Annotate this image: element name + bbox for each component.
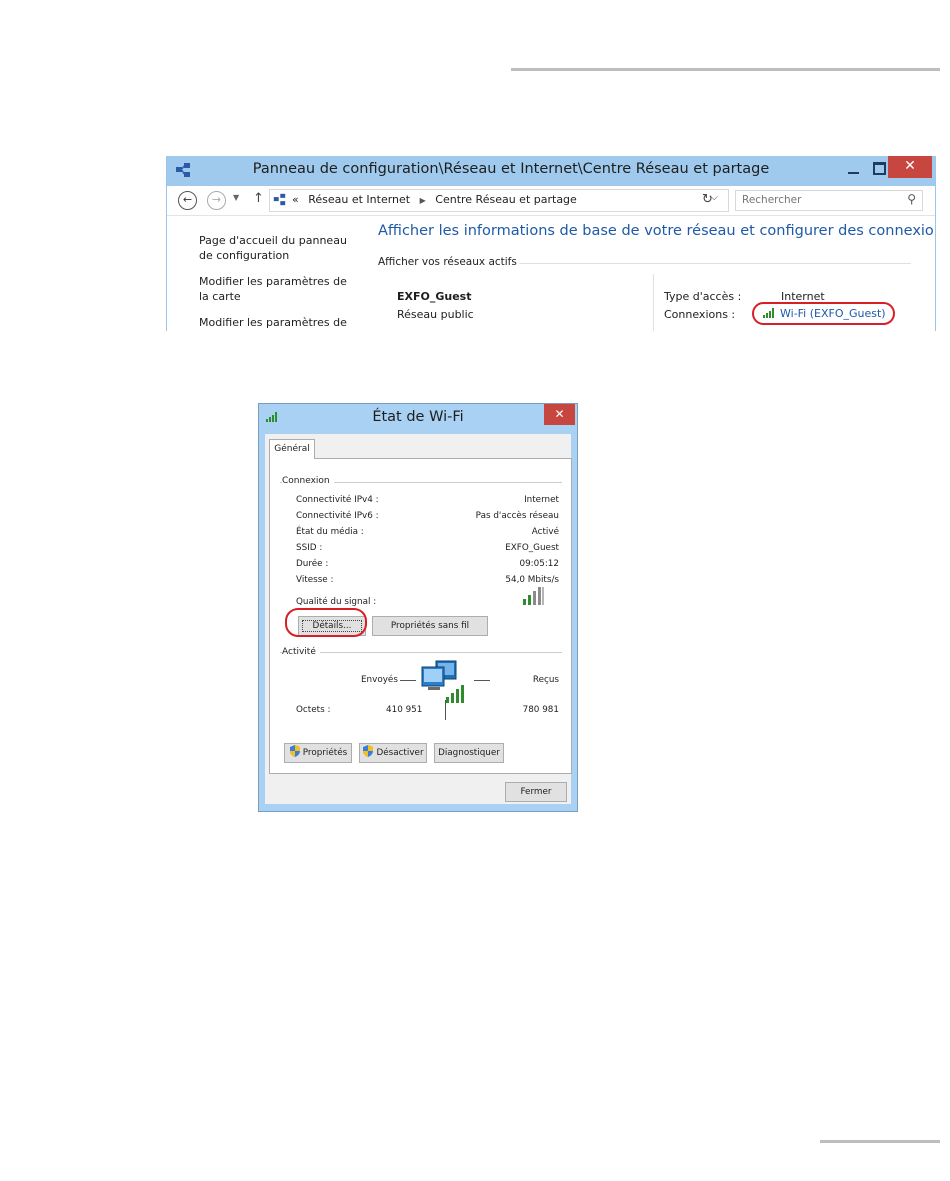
received-label: Reçus xyxy=(532,675,559,685)
ssid-value: EXFO_Guest xyxy=(505,543,559,553)
navigation-bar: ← → ▼ ↑ « Réseau et Internet ▶ Centre Ré… xyxy=(167,186,935,216)
breadcrumb-prefix[interactable]: « xyxy=(292,193,299,206)
ipv6-value: Pas d'accès réseau xyxy=(475,511,559,521)
control-panel-window: Panneau de configuration\Réseau et Inter… xyxy=(166,156,936,331)
network-center-icon xyxy=(176,163,190,177)
active-networks-label: Afficher vos réseaux actifs xyxy=(378,256,517,268)
sent-label: Envoyés xyxy=(361,675,398,685)
bottom-rule xyxy=(820,1140,940,1143)
address-bar[interactable]: « Réseau et Internet ▶ Centre Réseau et … xyxy=(269,189,729,212)
duration-label: Durée : xyxy=(296,559,329,569)
column-divider xyxy=(653,274,654,331)
dialog-title-bar: État de Wi-Fi ✕ xyxy=(259,404,577,432)
uac-shield-icon xyxy=(289,745,300,757)
dialog-title: État de Wi-Fi xyxy=(372,409,464,425)
window-title-bar: Panneau de configuration\Réseau et Inter… xyxy=(167,156,935,186)
media-state-label: État du média : xyxy=(296,527,364,537)
signal-bars-icon xyxy=(523,587,544,605)
properties-button[interactable]: Propriétés xyxy=(284,743,352,763)
page-heading: Afficher les informations de base de vot… xyxy=(378,223,936,239)
activity-group-line xyxy=(280,652,562,653)
sent-connector xyxy=(400,680,416,681)
breadcrumb: « Réseau et Internet ▶ Centre Réseau et … xyxy=(292,193,577,206)
highlight-ring xyxy=(752,302,895,325)
breadcrumb-item-sharing-center[interactable]: Centre Réseau et partage xyxy=(435,193,577,206)
search-icon[interactable]: ⚲ xyxy=(907,192,916,206)
dialog-close-button[interactable]: ✕ xyxy=(544,404,575,425)
properties-button-label: Propriétés xyxy=(302,748,348,758)
link-control-panel-home[interactable]: Page d'accueil du panneau de configurati… xyxy=(199,233,359,263)
network-category[interactable]: Réseau public xyxy=(397,308,474,321)
network-name: EXFO_Guest xyxy=(397,290,472,303)
recent-locations-chevron-icon[interactable]: ▼ xyxy=(233,193,239,202)
ipv4-label: Connectivité IPv4 : xyxy=(296,495,379,505)
activity-group-label: Activité xyxy=(282,647,320,657)
ipv4-value: Internet xyxy=(524,495,559,505)
disable-button[interactable]: Désactiver xyxy=(359,743,427,763)
refresh-icon[interactable]: ↻ xyxy=(702,192,713,207)
close-dialog-button-label: Fermer xyxy=(520,787,552,797)
connection-group-label: Connexion xyxy=(282,476,334,486)
breadcrumb-item-network[interactable]: Réseau et Internet xyxy=(308,193,410,206)
diagnose-button[interactable]: Diagnostiquer xyxy=(434,743,504,763)
bytes-label: Octets : xyxy=(296,705,331,715)
diagnose-button-label: Diagnostiquer xyxy=(438,748,500,758)
activity-divider xyxy=(445,700,446,720)
uac-shield-icon xyxy=(363,745,374,757)
received-connector xyxy=(474,680,490,681)
connections-label: Connexions : xyxy=(664,308,736,321)
bytes-sent-value: 410 951 xyxy=(386,705,423,715)
top-rule xyxy=(511,68,940,71)
link-change-adapter-settings[interactable]: Modifier les paramètres de la carte xyxy=(199,274,359,304)
left-nav-pane: Page d'accueil du panneau de configurati… xyxy=(199,233,359,331)
search-input[interactable] xyxy=(736,191,908,208)
forward-button[interactable]: → xyxy=(207,191,226,210)
network-center-icon xyxy=(273,193,286,206)
speed-value: 54,0 Mbits/s xyxy=(505,575,559,585)
disable-button-label: Désactiver xyxy=(376,748,424,758)
duration-value: 09:05:12 xyxy=(519,559,559,569)
minimize-button[interactable] xyxy=(843,160,865,178)
search-box[interactable]: ⚲ xyxy=(735,190,923,211)
details-highlight-ring xyxy=(285,608,367,637)
window-title: Panneau de configuration\Réseau et Inter… xyxy=(252,161,770,177)
up-arrow-icon[interactable]: ↑ xyxy=(253,191,264,206)
back-button[interactable]: ← xyxy=(178,191,197,210)
speed-label: Vitesse : xyxy=(296,575,334,585)
maximize-button[interactable] xyxy=(868,160,890,178)
network-computer-icon xyxy=(421,660,464,703)
breadcrumb-separator-icon[interactable]: ▶ xyxy=(420,196,426,205)
wireless-properties-label: Propriétés sans fil xyxy=(390,621,470,631)
signal-quality-label: Qualité du signal : xyxy=(296,597,377,607)
ssid-label: SSID : xyxy=(296,543,323,553)
section-divider xyxy=(519,263,911,264)
close-button[interactable]: ✕ xyxy=(888,156,932,178)
wireless-properties-button[interactable]: Propriétés sans fil xyxy=(372,616,488,636)
tab-general[interactable]: Général xyxy=(269,439,315,459)
bytes-received-value: 780 981 xyxy=(522,705,559,715)
access-type-label: Type d'accès : xyxy=(664,290,742,303)
media-state-value: Activé xyxy=(531,527,559,537)
ipv6-label: Connectivité IPv6 : xyxy=(296,511,379,521)
link-change-advanced-settings[interactable]: Modifier les paramètres de xyxy=(199,315,359,330)
close-dialog-button[interactable]: Fermer xyxy=(505,782,567,802)
